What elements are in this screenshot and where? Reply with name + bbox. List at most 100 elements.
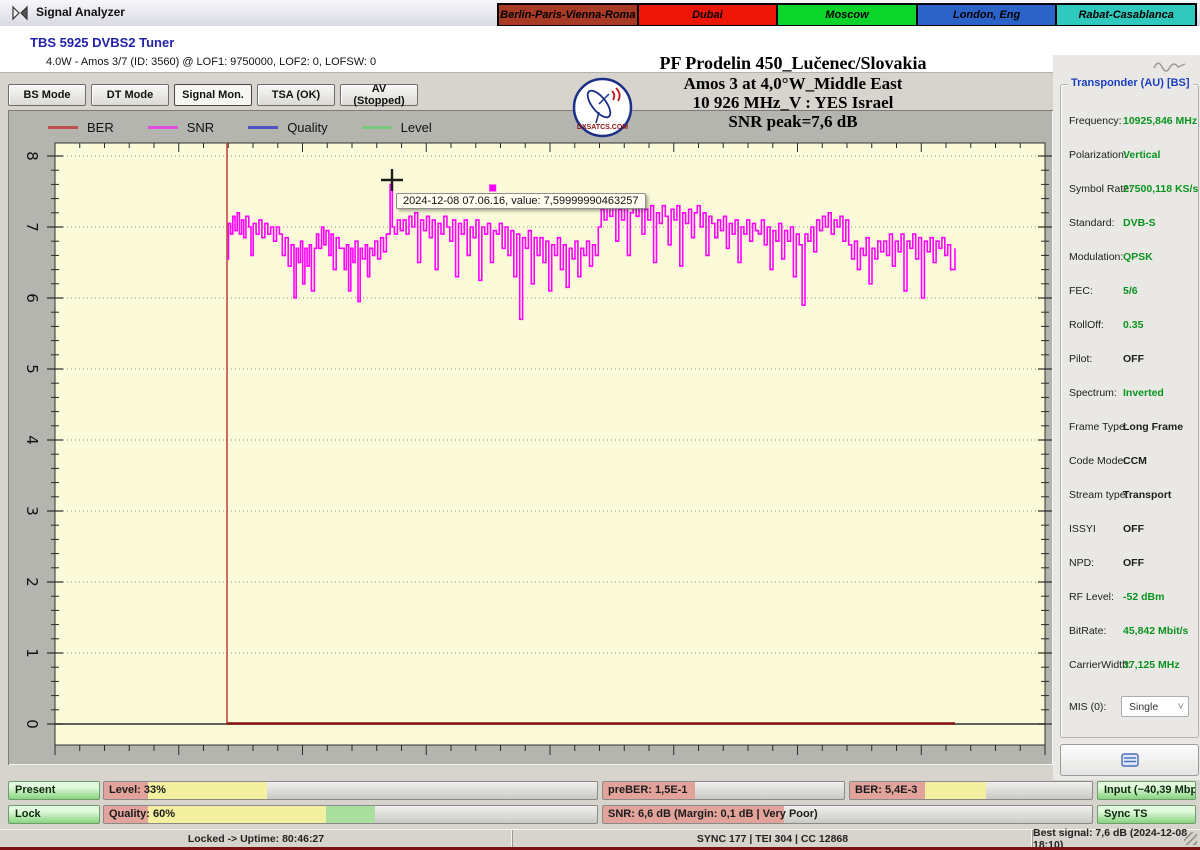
y-axis-label: 3	[23, 506, 41, 516]
transponder-value: DVB-S	[1123, 217, 1156, 229]
transponder-row: Modulation:QPSK	[1061, 251, 1198, 267]
transponder-row: BitRate: 45,842 Mbit/s	[1061, 625, 1198, 641]
record-list-icon	[1121, 753, 1139, 767]
transponder-tool-button[interactable]	[1060, 744, 1199, 776]
clock-city-label: Berlin-Paris-Vienna-Roma	[499, 5, 637, 27]
transponder-value: Transport	[1123, 489, 1171, 501]
transponder-row: Frequency:10925,846 MHz	[1061, 115, 1198, 131]
y-axis-label: 4	[23, 435, 41, 445]
bar-text: preBER: 1,5E-1	[608, 782, 687, 799]
legend-label: BER	[87, 120, 114, 135]
annotation-line1: PF Prodelin 450_Lučenec/Slovakia	[553, 53, 1033, 74]
legend-label: Level	[401, 120, 432, 135]
chevron-down-icon: ˅	[1178, 697, 1184, 717]
legend-label: SNR	[187, 120, 214, 135]
signature-mark	[1150, 56, 1190, 72]
signal-analyzer-window: Signal Analyzer Berlin-Paris-Vienna-Roma…	[0, 0, 1200, 850]
clock-city-label: Rabat-Casablanca	[1057, 5, 1195, 27]
status-badge-lock: Lock	[8, 805, 100, 824]
svg-text:DXSATCS.COM: DXSATCS.COM	[577, 124, 628, 131]
statusbar-sync-counters: SYNC 177 | TEI 304 | CC 12868	[513, 830, 1033, 848]
bar-text: BER: 5,4E-3	[855, 782, 917, 799]
clock-city-label: London, Eng	[918, 5, 1056, 27]
transponder-value: OFF	[1123, 353, 1144, 365]
progress-bar-level: Level: 33%	[103, 781, 598, 800]
clock-city-label: Dubai	[639, 5, 777, 27]
transponder-row: Symbol Rate:27500,118 KS/s	[1061, 183, 1198, 199]
legend-swatch	[248, 126, 278, 129]
transponder-value: 0.35	[1123, 319, 1143, 331]
mode-button-tsa-ok[interactable]: TSA (OK)	[257, 84, 335, 106]
clock-city-label: Moscow	[778, 5, 916, 27]
legend-label: Quality	[287, 120, 327, 135]
status-row-1: Present Level: 33% preBER: 1,5E-1 BER: 5,4E…	[0, 781, 1200, 800]
satellite-dish-icon: DXSATCS.COM	[572, 77, 633, 138]
chart-tooltip: 2024-12-08 07.06.16, value: 7,5999999046…	[396, 193, 646, 209]
transponder-row: NPD:OFF	[1061, 557, 1198, 573]
transponder-value: 37,125 MHz	[1123, 659, 1180, 671]
transponder-label: Standard:	[1069, 217, 1115, 229]
mode-button-dt-mode[interactable]: DT Mode	[91, 84, 169, 106]
transponder-row: FEC:5/6	[1061, 285, 1198, 301]
bar-segment	[925, 782, 986, 799]
transponder-row: Pilot:OFF	[1061, 353, 1198, 369]
tuner-name: TBS 5925 DVBS2 Tuner	[30, 35, 174, 50]
transponder-value: -52 dBm	[1123, 591, 1164, 603]
progress-bar-ber: BER: 5,4E-3	[849, 781, 1093, 800]
mode-button-bs-mode[interactable]: BS Mode	[8, 84, 86, 106]
y-axis-label: 0	[23, 719, 41, 729]
status-badge-sync: Sync TS	[1097, 805, 1196, 824]
transponder-label: ISSYI	[1069, 523, 1096, 535]
transponder-value: Inverted	[1123, 387, 1164, 399]
transponder-label: RollOff:	[1069, 319, 1104, 331]
legend-swatch	[148, 126, 178, 129]
transponder-value: QPSK	[1123, 251, 1153, 263]
y-axis-label: 8	[23, 151, 41, 161]
statusbar-uptime: Locked -> Uptime: 80:46:27	[0, 830, 513, 848]
mis-value: Single	[1129, 701, 1158, 713]
transponder-panel: Transponder (AU) [BS] Frequency:10925,84…	[1060, 84, 1199, 738]
legend-item-ber: BER	[48, 120, 114, 135]
transponder-value: Long Frame	[1123, 421, 1183, 433]
progress-bar-preber: preBER: 1,5E-1	[602, 781, 845, 800]
y-axis-label: 5	[23, 364, 41, 374]
legend-swatch	[48, 126, 78, 129]
transponder-value: 10925,846 MHz	[1123, 115, 1197, 127]
status-badge-present: Present	[8, 781, 100, 800]
transponder-label: BitRate:	[1069, 625, 1106, 637]
mis-label: MIS (0):	[1069, 701, 1106, 713]
transponder-label: Stream type:	[1069, 489, 1129, 501]
transponder-row: CarrierWidth:37,125 MHz	[1061, 659, 1198, 675]
app-icon	[12, 5, 28, 21]
transponder-label: Frame Type:	[1069, 421, 1128, 433]
bar-segment	[326, 806, 375, 823]
mode-button-av-stopped[interactable]: AV (Stopped)	[340, 84, 418, 106]
transponder-row: RF Level:-52 dBm	[1061, 591, 1198, 607]
legend-swatch	[362, 126, 392, 129]
status-badge-input: Input (~40,39 Mbps)	[1097, 781, 1196, 800]
mode-button-signal-mon[interactable]: Signal Mon.	[174, 84, 252, 106]
transponder-row: Standard: DVB-S	[1061, 217, 1198, 233]
mis-row: MIS (0): Single ˅	[1061, 695, 1198, 719]
bar-segment	[148, 782, 266, 799]
transponder-row: Stream type:Transport	[1061, 489, 1198, 505]
transponder-label: Frequency:	[1069, 115, 1122, 127]
plot-area	[55, 143, 1045, 745]
transponder-label: Polarization:	[1069, 149, 1127, 161]
transponder-label: Spectrum:	[1069, 387, 1117, 399]
status-bar: Locked -> Uptime: 80:46:27 SYNC 177 | TE…	[0, 829, 1200, 848]
chart-panel: BERSNRQualityLevel 012345678 2024-12-08 …	[8, 110, 1053, 765]
bar-text: Level: 33%	[109, 782, 166, 799]
transponder-value: OFF	[1123, 557, 1144, 569]
transponder-value: 27500,118 KS/s	[1123, 183, 1198, 195]
transponder-value: Vertical	[1123, 149, 1160, 161]
mis-dropdown[interactable]: Single ˅	[1121, 696, 1189, 717]
transponder-row: Polarization:Vertical	[1061, 149, 1198, 165]
y-axis-label: 1	[23, 648, 41, 658]
transponder-label: Code Mode:	[1069, 455, 1126, 467]
y-axis-label: 6	[23, 293, 41, 303]
transponder-value: 45,842 Mbit/s	[1123, 625, 1188, 637]
transponder-row: ISSYIOFF	[1061, 523, 1198, 539]
resize-grip[interactable]	[1184, 832, 1197, 845]
statusbar-best-signal: Best signal: 7,6 dB (2024-12-08 18:10)	[1033, 830, 1200, 848]
